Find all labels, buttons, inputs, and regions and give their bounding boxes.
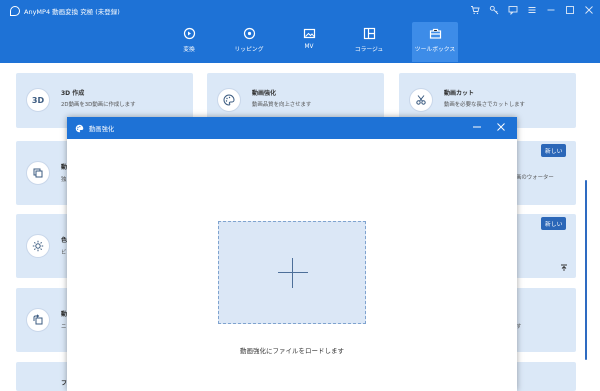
palette-icon	[217, 88, 241, 112]
card-desc: 独	[61, 177, 67, 183]
scissors-icon	[409, 88, 433, 112]
card-desc: 2D動画を3D動画に作成します	[61, 102, 136, 108]
app-header: AnyMP4 動画変換 究極 (未登録) 変換 リッピング MV コラージュ ツ…	[0, 0, 600, 63]
file-dropzone[interactable]	[218, 221, 366, 324]
sun-icon	[26, 234, 50, 258]
palette-icon	[75, 124, 84, 133]
card-right-4[interactable]: す	[516, 288, 576, 352]
app-title-area: AnyMP4 動画変換 究極 (未登録)	[10, 5, 120, 17]
main-nav: 変換 リッピング MV コラージュ ツールボックス	[160, 22, 458, 62]
card-right-3[interactable]: 新しい	[516, 214, 576, 278]
card-desc: 動画品質を向上させます	[252, 102, 312, 108]
tab-convert[interactable]: 変換	[160, 22, 218, 62]
rotate-icon	[26, 308, 50, 332]
dropzone-label: 動画強化にファイルをロードします	[240, 347, 344, 355]
video-enhancer-dialog: 動画強化 動画強化にファイルをロードします	[67, 117, 517, 391]
card-desc: ビ	[61, 250, 67, 256]
disc-icon	[242, 26, 256, 40]
card-desc: 画のウォーター	[516, 175, 554, 181]
dialog-titlebar: 動画強化	[67, 117, 517, 139]
card-right-5[interactable]	[516, 362, 576, 391]
card-title: 動画強化	[252, 90, 277, 97]
plus-icon-vertical	[292, 258, 294, 288]
tab-mv[interactable]: MV	[280, 22, 338, 62]
close-icon[interactable]	[495, 120, 507, 134]
new-badge: 新しい	[541, 217, 567, 230]
card-desc: ニ	[61, 324, 67, 330]
cart-icon[interactable]	[469, 5, 480, 16]
tab-label: リッピング	[234, 47, 264, 53]
card-desc: 動画を必要な長さでカットします	[444, 102, 525, 108]
card-title: 3D 作成	[61, 90, 85, 97]
dialog-controls	[471, 120, 507, 134]
tab-label: ツールボックス	[414, 47, 456, 53]
maximize-icon[interactable]	[564, 5, 575, 16]
window-controls	[469, 3, 594, 17]
copy-icon	[26, 161, 50, 185]
tab-toolbox[interactable]: ツールボックス	[412, 22, 458, 62]
toolbox-icon	[428, 26, 442, 40]
key-icon[interactable]	[488, 5, 499, 16]
dialog-title: 動画強化	[89, 125, 115, 133]
close-icon[interactable]	[583, 5, 594, 16]
tab-label: 変換	[183, 47, 195, 53]
image-icon	[302, 26, 316, 40]
minimize-icon[interactable]	[471, 120, 483, 134]
tab-collage[interactable]: コラージュ	[340, 22, 398, 62]
tab-label: MV	[304, 44, 314, 50]
3d-icon: 3D	[26, 88, 50, 112]
minimize-icon[interactable]	[545, 5, 556, 16]
app-logo-icon	[10, 6, 20, 16]
collage-icon	[362, 26, 376, 40]
scrollbar[interactable]	[585, 180, 587, 360]
scroll-top-icon[interactable]	[560, 264, 568, 272]
app-title: AnyMP4 動画変換 究極 (未登録)	[24, 8, 120, 16]
card-title: 動画カット	[444, 90, 475, 97]
menu-icon[interactable]	[526, 5, 537, 16]
card-right-2[interactable]: 新しい 画のウォーター	[516, 141, 576, 205]
convert-icon	[182, 26, 196, 40]
chat-icon[interactable]	[507, 5, 518, 16]
new-badge: 新しい	[541, 144, 567, 157]
tab-ripping[interactable]: リッピング	[220, 22, 278, 62]
tab-label: コラージュ	[354, 47, 384, 53]
